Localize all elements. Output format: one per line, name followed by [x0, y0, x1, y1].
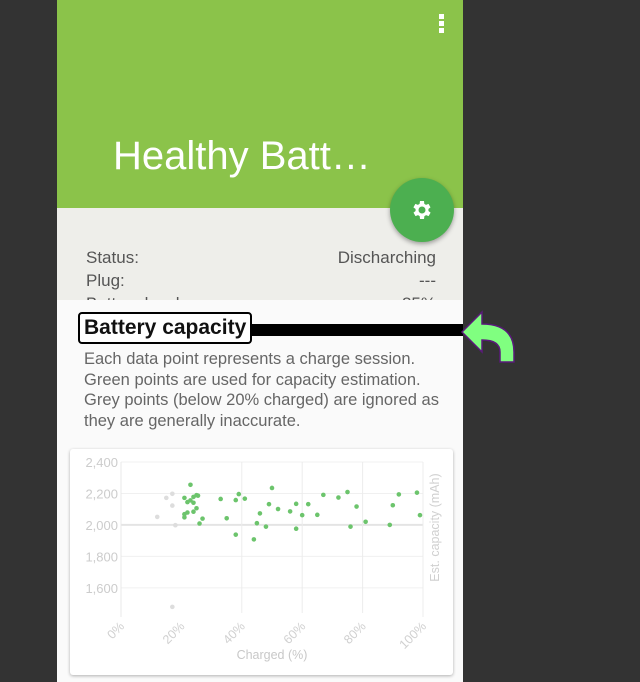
- battery-capacity-card: Battery capacity Each data point represe…: [57, 300, 463, 682]
- app-screen: Healthy Batt… Status: Discharching Plug: -…: [57, 0, 463, 682]
- data-point: [348, 524, 353, 529]
- data-point: [194, 505, 199, 511]
- data-point: [236, 491, 242, 497]
- x-tick-label: 20%: [160, 619, 188, 647]
- plug-row: Plug: ---: [86, 269, 436, 292]
- data-point: [191, 509, 196, 515]
- data-point: [170, 604, 175, 610]
- data-point: [154, 514, 160, 520]
- data-point: [417, 512, 423, 518]
- status-label: Status:: [86, 248, 139, 267]
- data-point: [218, 496, 223, 502]
- plug-value: ---: [419, 271, 436, 290]
- data-point: [321, 492, 326, 498]
- x-axis-label: Charged (%): [237, 648, 308, 662]
- data-point: [170, 503, 175, 508]
- data-point: [336, 495, 341, 500]
- data-point: [305, 501, 311, 507]
- x-tick-label: 80%: [341, 619, 369, 647]
- more-vert-icon[interactable]: [437, 14, 445, 38]
- data-point: [396, 492, 402, 497]
- data-point: [170, 491, 175, 497]
- data-point: [233, 497, 239, 503]
- data-point: [224, 516, 229, 521]
- data-point: [287, 509, 293, 514]
- data-point: [182, 495, 187, 501]
- data-point: [254, 520, 260, 526]
- data-point: [414, 490, 420, 495]
- x-tick-label: 100%: [397, 619, 430, 652]
- data-point: [233, 532, 239, 537]
- card-title: Battery capacity: [78, 312, 253, 344]
- data-point: [164, 495, 169, 501]
- data-point: [299, 512, 305, 518]
- capacity-scatter-chart: 1,600 1,800 2,000 2,200 2,400 0% 20% 40% 60% 80% 1…: [85, 455, 442, 662]
- data-point: [354, 504, 359, 509]
- x-tick-label: 0%: [104, 619, 127, 642]
- data-point: [242, 496, 248, 501]
- data-point: [200, 516, 205, 521]
- data-point: [182, 515, 187, 520]
- data-point: [251, 537, 257, 542]
- status-row: Status: Discharching: [86, 246, 436, 269]
- gear-icon: [413, 201, 431, 219]
- chart-container: 1,600 1,800 2,000 2,200 2,400 0% 20% 40% 60% 80% 1…: [70, 449, 453, 675]
- data-point: [173, 522, 178, 528]
- data-point: [275, 506, 281, 512]
- app-header: Healthy Batt…: [57, 0, 463, 208]
- data-point: [293, 501, 299, 507]
- app-title: Healthy Batt…: [113, 134, 371, 178]
- card-description: Each data point represents a charge sess…: [84, 350, 439, 430]
- data-point: [195, 493, 201, 498]
- status-value: Discharching: [337, 248, 436, 267]
- data-point: [263, 524, 269, 529]
- data-point: [269, 485, 275, 491]
- y-axis-label: Est. capacity (mAh): [428, 473, 442, 581]
- x-tick-label: 60%: [281, 619, 309, 647]
- y-tick-label: 1,600: [85, 581, 118, 596]
- y-tick-label: 2,400: [85, 455, 118, 470]
- annotation-bar: [245, 324, 463, 336]
- data-point: [197, 521, 202, 526]
- data-point: [191, 500, 196, 506]
- data-point: [315, 512, 320, 518]
- x-tick-label: 40%: [220, 619, 248, 647]
- y-tick-label: 1,800: [85, 549, 118, 564]
- y-tick-label: 2,000: [85, 518, 118, 533]
- data-point: [266, 501, 272, 507]
- plug-label: Plug:: [86, 271, 125, 290]
- data-point: [257, 511, 263, 516]
- data-point: [293, 526, 299, 531]
- data-point: [188, 482, 193, 488]
- undo-arrow-icon: [460, 310, 515, 363]
- data-point: [390, 502, 396, 508]
- settings-button[interactable]: [390, 178, 454, 242]
- data-point: [363, 519, 368, 525]
- y-tick-label: 2,200: [85, 486, 118, 501]
- data-point: [345, 489, 350, 495]
- data-point: [387, 522, 393, 528]
